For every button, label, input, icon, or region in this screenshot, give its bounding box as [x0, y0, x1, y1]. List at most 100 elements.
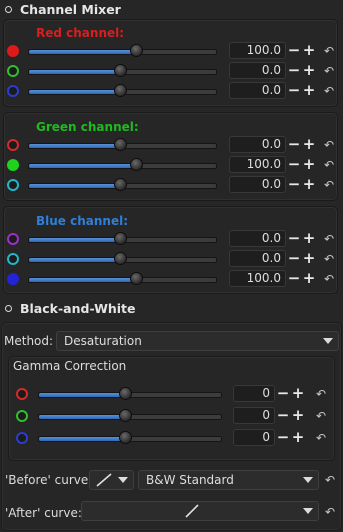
- channel-mixer-title: Channel Mixer: [20, 1, 121, 17]
- reset-icon[interactable]: ↶: [324, 253, 336, 265]
- decrement-button[interactable]: −: [276, 385, 290, 402]
- slider-fill: [29, 258, 121, 262]
- reset-icon[interactable]: ↶: [324, 273, 336, 285]
- collapse-toggle-icon[interactable]: [5, 5, 12, 13]
- increment-button[interactable]: +: [302, 82, 316, 99]
- reset-icon[interactable]: ↶: [324, 45, 336, 57]
- decrement-button[interactable]: −: [276, 407, 290, 424]
- slider-track[interactable]: [28, 277, 217, 283]
- slider-fill: [39, 437, 127, 441]
- decrement-button[interactable]: −: [287, 136, 301, 153]
- increment-button[interactable]: +: [291, 407, 305, 424]
- decrement-button[interactable]: −: [287, 250, 301, 267]
- cyan-ring-dot-icon: [7, 179, 19, 191]
- method-select[interactable]: Desaturation: [56, 331, 339, 351]
- increment-button[interactable]: +: [302, 62, 316, 79]
- channel-mixer-header[interactable]: Channel Mixer: [0, 0, 343, 18]
- slider-handle[interactable]: [119, 387, 133, 400]
- slider-row: 100.0− + ↶: [0, 156, 343, 174]
- slider-handle[interactable]: [130, 158, 144, 171]
- before-curve-type-select[interactable]: [89, 470, 134, 490]
- increment-button[interactable]: +: [291, 429, 305, 446]
- reset-icon[interactable]: ↶: [316, 432, 328, 444]
- decrement-button[interactable]: −: [287, 176, 301, 193]
- decrement-button[interactable]: −: [287, 82, 301, 99]
- decrement-button[interactable]: −: [287, 230, 301, 247]
- slider-row: 100.0− + ↶: [0, 42, 343, 60]
- value-field[interactable]: 0.0: [229, 250, 286, 267]
- reset-icon[interactable]: ↶: [324, 159, 336, 171]
- slider-track[interactable]: [28, 49, 217, 55]
- value-field[interactable]: 100.0: [229, 270, 286, 287]
- slider-track[interactable]: [28, 163, 217, 169]
- reset-icon[interactable]: ↶: [324, 233, 336, 245]
- blue-channel-title: Blue channel:: [36, 214, 129, 228]
- decrement-button[interactable]: −: [287, 156, 301, 173]
- chevron-down-icon: [323, 338, 333, 344]
- value-field[interactable]: 100.0: [229, 156, 286, 173]
- value-field[interactable]: 100.0: [229, 42, 286, 59]
- purple-ring-dot-icon: [7, 233, 19, 245]
- slider-row: 0.0− + ↶: [0, 176, 343, 194]
- decrement-button[interactable]: −: [276, 429, 290, 446]
- green-filled-dot-icon: [7, 159, 19, 171]
- red-ring-dot-icon: [7, 139, 19, 151]
- slider-fill: [29, 50, 138, 54]
- slider-handle[interactable]: [130, 44, 144, 57]
- blue-ring-dot-icon: [16, 432, 28, 444]
- collapse-toggle-icon[interactable]: [5, 304, 12, 312]
- red-filled-dot-icon: [7, 45, 19, 57]
- reset-icon[interactable]: ↶: [325, 506, 337, 518]
- before-curve-value: B&W Standard: [146, 473, 234, 487]
- reset-icon[interactable]: ↶: [324, 85, 336, 97]
- slider-handle[interactable]: [113, 252, 127, 265]
- increment-button[interactable]: +: [302, 230, 316, 247]
- reset-icon[interactable]: ↶: [316, 388, 328, 400]
- reset-icon[interactable]: ↶: [324, 139, 336, 151]
- increment-button[interactable]: +: [291, 385, 305, 402]
- value-field[interactable]: 0.0: [229, 230, 286, 247]
- increment-button[interactable]: +: [302, 156, 316, 173]
- value-field[interactable]: 0: [233, 407, 275, 424]
- increment-button[interactable]: +: [302, 270, 316, 287]
- increment-button[interactable]: +: [302, 176, 316, 193]
- cyan-ring-dot-icon: [7, 253, 19, 265]
- value-field[interactable]: 0.0: [229, 82, 286, 99]
- slider-fill: [29, 278, 138, 282]
- value-field[interactable]: 0: [233, 385, 275, 402]
- decrement-button[interactable]: −: [287, 270, 301, 287]
- green-ring-dot-icon: [16, 410, 28, 422]
- method-label: Method:: [4, 334, 54, 348]
- slider-row: 0− + ↶: [0, 407, 343, 425]
- slider-row: 0.0− + ↶: [0, 62, 343, 80]
- black-and-white-header[interactable]: Black-and-White: [0, 299, 343, 317]
- linear-curve-icon: [185, 504, 199, 518]
- slider-handle[interactable]: [113, 64, 127, 77]
- before-curve-label: 'Before' curve:: [5, 473, 93, 487]
- decrement-button[interactable]: −: [287, 62, 301, 79]
- slider-fill: [29, 70, 121, 74]
- slider-row: 0− + ↶: [0, 429, 343, 447]
- increment-button[interactable]: +: [302, 136, 316, 153]
- reset-icon[interactable]: ↶: [325, 474, 337, 486]
- reset-icon[interactable]: ↶: [324, 65, 336, 77]
- slider-handle[interactable]: [113, 84, 127, 97]
- value-field[interactable]: 0: [233, 429, 275, 446]
- slider-handle[interactable]: [130, 272, 144, 285]
- value-field[interactable]: 0.0: [229, 176, 286, 193]
- before-curve-preset-select[interactable]: B&W Standard: [138, 470, 319, 490]
- increment-button[interactable]: +: [302, 250, 316, 267]
- reset-icon[interactable]: ↶: [316, 410, 328, 422]
- value-field[interactable]: 0.0: [229, 136, 286, 153]
- slider-handle[interactable]: [119, 409, 133, 422]
- increment-button[interactable]: +: [302, 42, 316, 59]
- slider-handle[interactable]: [113, 178, 127, 191]
- value-field[interactable]: 0.0: [229, 62, 286, 79]
- reset-icon[interactable]: ↶: [324, 179, 336, 191]
- slider-handle[interactable]: [119, 431, 133, 444]
- after-curve-label: 'After' curve:: [5, 506, 82, 520]
- after-curve-select[interactable]: [81, 501, 319, 521]
- decrement-button[interactable]: −: [287, 42, 301, 59]
- slider-handle[interactable]: [113, 138, 127, 151]
- slider-handle[interactable]: [113, 232, 127, 245]
